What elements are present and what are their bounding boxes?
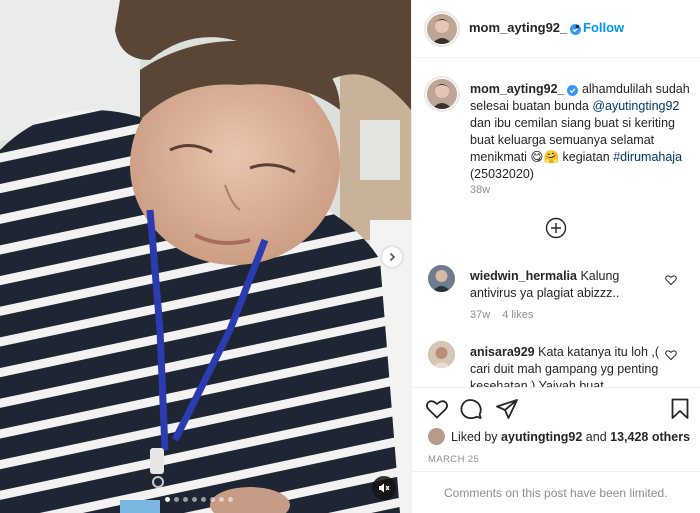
carousel-dot: [174, 497, 179, 502]
avatar[interactable]: [428, 265, 455, 292]
bookmark-icon: [671, 398, 689, 419]
comment-username[interactable]: wiedwin_hermalia: [470, 269, 577, 283]
comment-bubble-icon: [460, 399, 482, 420]
save-button[interactable]: [668, 397, 692, 421]
comment-text: anisara929 Kata katanya itu loh ,( cari …: [470, 344, 666, 388]
header-separator: •: [575, 19, 580, 34]
post-sidebar: mom_ayting92_ • Follow mom_ayting92_ alh…: [411, 0, 700, 513]
carousel-dot: [165, 497, 170, 502]
follow-button[interactable]: Follow: [583, 20, 624, 35]
paper-plane-icon: [496, 399, 518, 419]
carousel-dot: [228, 497, 233, 502]
post-actions: Liked by ayutingting92 and 13,428 others…: [412, 387, 700, 513]
likes-prefix: Liked by: [451, 429, 498, 444]
speaker-muted-icon: [379, 483, 390, 493]
likes-middle: and: [585, 429, 607, 444]
header-username: mom_ayting92_: [469, 20, 568, 35]
carousel-dot: [183, 497, 188, 502]
avatar[interactable]: [428, 341, 455, 368]
avatar-image: [427, 79, 457, 109]
load-more-comments-button[interactable]: [545, 217, 567, 239]
header-username-link[interactable]: mom_ayting92_: [469, 20, 582, 35]
avatar-image: [427, 14, 457, 44]
comment-text: wiedwin_hermalia Kalung antivirus ya pla…: [470, 268, 666, 302]
caption-username[interactable]: mom_ayting92_: [470, 82, 564, 96]
avatar-image: [428, 341, 455, 368]
post-header: mom_ayting92_ • Follow: [412, 0, 700, 58]
comment-button[interactable]: [459, 397, 483, 421]
caption-timestamp[interactable]: 38w: [470, 184, 490, 196]
likes-summary: Liked by ayutingting92 and 13,428 others: [428, 428, 690, 445]
chevron-right-icon: [389, 252, 396, 262]
avatar-image: [428, 265, 455, 292]
liker-username[interactable]: ayutingting92: [501, 430, 582, 444]
caption-body-end: (25032020): [470, 167, 534, 181]
comments-limited-text: Comments on this post have been limited.: [444, 486, 668, 500]
caption-hashtag-link[interactable]: #dirumahaja: [613, 150, 682, 164]
post-date[interactable]: MARCH 25: [428, 454, 479, 465]
share-button[interactable]: [495, 397, 519, 421]
heart-icon: [426, 400, 448, 419]
heart-icon[interactable]: [665, 349, 677, 361]
heart-icon[interactable]: [665, 274, 677, 286]
carousel-dot: [201, 497, 206, 502]
post-media[interactable]: [0, 0, 411, 513]
carousel-dot: [219, 497, 224, 502]
verified-badge-icon: [567, 85, 579, 96]
comment-timestamp[interactable]: 37w: [470, 309, 490, 321]
video-frame: [0, 0, 411, 513]
carousel-dot: [210, 497, 215, 502]
comments-limited-notice: Comments on this post have been limited.: [412, 471, 700, 513]
plus-circle-icon: [545, 217, 567, 239]
comment-meta: 37w 4 likes: [470, 309, 533, 321]
carousel-indicator: [165, 497, 233, 502]
mute-button[interactable]: [372, 476, 396, 500]
avatar[interactable]: [427, 14, 457, 44]
comment-username[interactable]: anisara929: [470, 345, 535, 359]
caption-mention-link[interactable]: @ayutingting92: [592, 99, 679, 113]
avatar[interactable]: [427, 79, 457, 109]
likes-count[interactable]: 13,428 others: [610, 430, 690, 444]
next-slide-button[interactable]: [382, 247, 402, 267]
like-button[interactable]: [425, 397, 449, 421]
liker-avatar[interactable]: [428, 428, 445, 445]
carousel-dot: [192, 497, 197, 502]
caption-text: mom_ayting92_ alhamdulilah sudah selesai…: [470, 81, 690, 183]
comment-like-count[interactable]: 4 likes: [502, 309, 533, 321]
